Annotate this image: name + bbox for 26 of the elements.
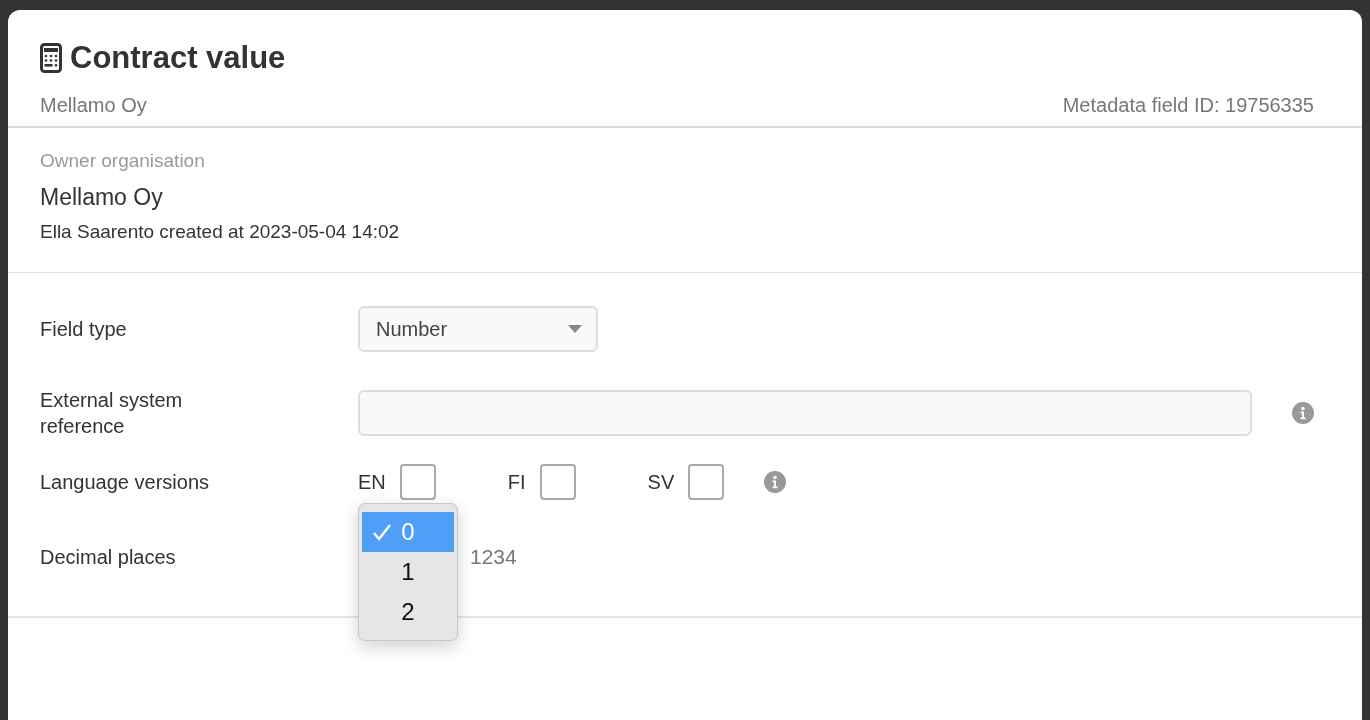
field-label: External system reference (40, 388, 184, 439)
field-label: Decimal places (40, 545, 176, 570)
field-label: Language versions (40, 470, 209, 495)
created-info: Ella Saarento created at 2023-05-04 14:02 (40, 221, 401, 243)
caret-icon (568, 325, 582, 333)
language-code: FI (507, 470, 526, 494)
input-field[interactable] (358, 390, 1252, 436)
checkbox[interactable] (539, 464, 576, 500)
info-icon[interactable] (764, 471, 787, 493)
field-label: Field type (40, 317, 127, 342)
check-icon (372, 523, 392, 541)
language-code: EN (358, 470, 386, 494)
field-id: Metadata field ID: 19756335 (1062, 94, 1314, 117)
organisation-name: Mellamo Oy (40, 94, 147, 117)
field-type-select[interactable]: Number (358, 306, 598, 352)
panel-title: Contract value (70, 40, 286, 76)
checkbox[interactable] (688, 464, 725, 500)
owner-name: Mellamo Oy (40, 184, 164, 211)
dropdown-option[interactable]: 1 (362, 552, 454, 592)
dropdown-option[interactable]: 2 (362, 592, 454, 632)
calculator-icon (40, 43, 62, 73)
info-icon[interactable] (1292, 402, 1314, 424)
owner-label: Owner organisation (40, 150, 206, 172)
number-preview: 1234 (470, 545, 517, 569)
checkbox[interactable] (399, 464, 436, 500)
language-code: SV (647, 470, 675, 494)
